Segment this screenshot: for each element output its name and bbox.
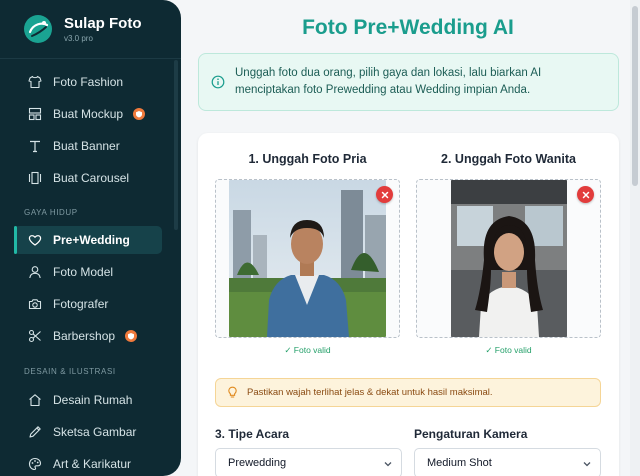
heart-icon [28,233,42,247]
camera-icon [28,297,42,311]
sidebar-item-label: Foto Model [53,265,114,279]
female-photo [451,180,567,337]
sidebar-item-label: Barbershop [53,329,116,343]
sidebar-item-label: Pre+Wedding [53,233,130,247]
logo-icon [24,15,52,43]
tip-text: Pastikan wajah terlihat jelas & dekat un… [247,387,493,398]
page-scrollbar[interactable] [630,0,640,476]
sidebar-item-barbershop[interactable]: Barbershop [14,322,162,350]
pencil-icon [28,425,42,439]
event-type-select[interactable]: Prewedding [215,448,402,476]
female-photo-status: ✓ Foto valid [485,345,532,355]
sidebar: Sulap Foto v3.0 pro Foto Fashion Buat Mo… [0,0,181,476]
sidebar-item-buat-carousel[interactable]: Buat Carousel [14,164,162,192]
palette-icon [28,457,42,471]
user-icon [28,265,42,279]
page-scrollbar-thumb[interactable] [632,6,638,186]
brand-title: Sulap Foto [64,14,142,32]
sidebar-item-label: Art & Karikatur [53,457,132,471]
remove-female-photo-button[interactable] [577,186,594,203]
sidebar-item-buat-mockup[interactable]: Buat Mockup [14,100,162,128]
sidebar-item-pre-wedding[interactable]: Pre+Wedding [14,226,162,254]
sidebar-item-label: Sketsa Gambar [53,425,137,439]
event-type-label: 3. Tipe Acara [215,427,290,441]
text-icon [28,139,42,153]
info-banner: Unggah foto dua orang, pilih gaya dan lo… [198,53,619,111]
remove-male-photo-button[interactable] [376,186,393,203]
brand-version: v3.0 pro [64,33,93,43]
upload-female-title: 2. Unggah Foto Wanita [441,152,576,166]
sidebar-item-foto-model[interactable]: Foto Model [14,258,162,286]
upload-male-title: 1. Unggah Foto Pria [248,152,367,166]
chevron-down-icon [583,462,591,467]
sidebar-item-foto-fashion[interactable]: Foto Fashion [14,68,162,96]
layout-icon [28,107,42,121]
sidebar-item-label: Desain Rumah [53,393,133,407]
event-type-value: Prewedding [228,457,287,469]
close-icon [582,191,589,198]
sidebar-item-label: Foto Fashion [53,75,124,89]
tip-banner: Pastikan wajah terlihat jelas & dekat un… [215,378,601,407]
sidebar-item-label: Buat Carousel [53,171,130,185]
sidebar-section-gaya-hidup: GAYA HIDUP [24,208,78,217]
sidebar-section-desain: DESAIN & ILUSTRASI [24,367,116,376]
info-text: Unggah foto dua orang, pilih gaya dan lo… [235,67,542,96]
scissors-icon [28,329,42,343]
info-icon [211,75,225,89]
camera-settings-value: Medium Shot [427,457,492,469]
sidebar-item-label: Buat Mockup [53,107,124,121]
sidebar-item-fotografer[interactable]: Fotografer [14,290,162,318]
sidebar-item-desain-rumah[interactable]: Desain Rumah [14,386,162,414]
close-icon [381,191,388,198]
sidebar-item-label: Buat Banner [53,139,120,153]
male-photo [229,180,386,337]
sidebar-scrollbar[interactable] [174,60,178,230]
brand[interactable]: Sulap Foto v3.0 pro [0,0,181,58]
sidebar-item-buat-banner[interactable]: Buat Banner [14,132,162,160]
lightbulb-icon [228,386,237,398]
premium-badge-icon [133,108,146,120]
sidebar-item-label: Fotografer [53,297,109,311]
sidebar-divider [0,58,181,59]
sidebar-item-sketsa-gambar[interactable]: Sketsa Gambar [14,418,162,446]
shirt-icon [28,75,42,89]
camera-settings-select[interactable]: Medium Shot [414,448,601,476]
carousel-icon [28,171,42,185]
home-icon [28,393,42,407]
male-photo-status: ✓ Foto valid [284,345,331,355]
camera-settings-label: Pengaturan Kamera [414,427,528,441]
page-title: Foto Pre+Wedding AI [302,16,514,39]
premium-badge-icon [125,330,138,342]
sidebar-item-art-karikatur[interactable]: Art & Karikatur [14,450,162,476]
chevron-down-icon [384,462,392,467]
